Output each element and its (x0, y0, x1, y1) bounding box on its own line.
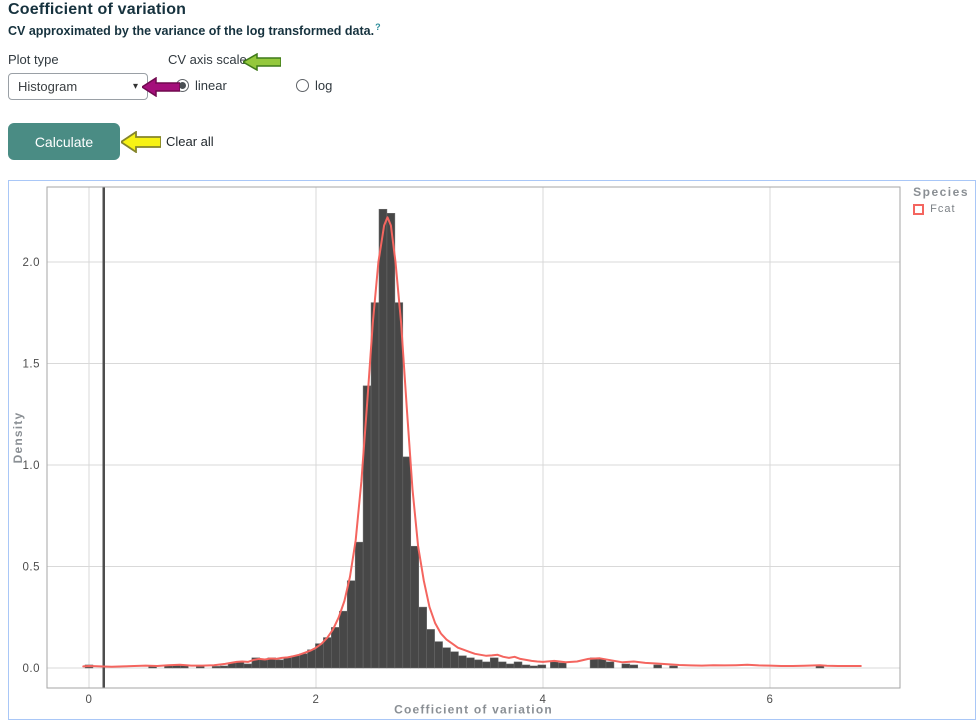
histogram-bar (260, 660, 268, 668)
gridlines (47, 187, 900, 688)
legend-entry-fcat[interactable]: Fcat (913, 203, 969, 215)
histogram-bar (466, 658, 474, 668)
histogram-bar (331, 627, 339, 668)
svg-text:0: 0 (86, 694, 93, 706)
coefficient-of-variation-page: Coefficient of variation CV approximated… (0, 0, 980, 722)
histogram-bar (300, 654, 308, 668)
legend-title: Species (913, 185, 969, 199)
histogram-bar (284, 658, 292, 668)
histogram-bar (443, 648, 451, 668)
y-axis-title: Density (11, 412, 25, 464)
histogram-bar (458, 656, 466, 668)
histogram-bar (339, 611, 347, 668)
histogram-bar (514, 662, 522, 668)
histogram-bar (220, 666, 228, 668)
x-axis-title: Coefficient of variation (394, 703, 553, 717)
help-icon[interactable]: ? (375, 22, 381, 32)
histogram-bar (363, 386, 371, 668)
histogram-bar (244, 664, 252, 668)
histogram-bar (482, 662, 490, 668)
calculate-button[interactable]: Calculate (8, 123, 120, 160)
plot-type-select[interactable]: Histogram ▾ (8, 73, 148, 100)
histogram-bar (395, 303, 403, 668)
histogram-bar (292, 656, 300, 668)
histogram-bar (276, 660, 284, 668)
svg-text:2: 2 (313, 694, 320, 706)
histogram-bar (550, 662, 558, 668)
radio-log-label: log (315, 78, 332, 93)
histogram-bar (387, 213, 395, 668)
histogram-bar (419, 607, 427, 668)
svg-text:1.5: 1.5 (23, 359, 41, 371)
radio-linear-label: linear (195, 78, 227, 93)
histogram-bar (598, 659, 606, 668)
histogram-bar (451, 652, 459, 668)
radio-linear[interactable]: linear (176, 78, 227, 93)
histogram-bar (323, 638, 331, 668)
histogram-bar (522, 665, 530, 668)
histogram-bar (558, 663, 566, 668)
histogram-bar (212, 666, 220, 668)
histogram-bar (474, 660, 482, 668)
legend-entry-label: Fcat (930, 203, 955, 215)
histogram-bar (670, 666, 678, 668)
subtitle-text: CV approximated by the variance of the l… (8, 24, 374, 38)
histogram-bar (630, 665, 638, 668)
svg-text:2.0: 2.0 (23, 257, 41, 269)
chart-legend: Species Fcat (913, 185, 969, 215)
cv-histogram-chart: 02460.00.51.01.52.0Coefficient of variat… (9, 181, 975, 719)
svg-text:0.0: 0.0 (23, 663, 41, 675)
radio-log[interactable]: log (296, 78, 332, 93)
histogram-bar (538, 665, 546, 668)
plot-type-value: Histogram (18, 79, 77, 94)
histogram-bar (355, 542, 363, 668)
histogram-bar (606, 662, 614, 668)
page-title: Coefficient of variation (8, 1, 186, 19)
histogram-bar (506, 664, 514, 668)
svg-text:6: 6 (767, 694, 774, 706)
histogram-bar (411, 546, 419, 668)
histogram-bar (435, 642, 443, 668)
histogram-bar (530, 666, 538, 668)
plot-panel: 02460.00.51.01.52.0Coefficient of variat… (8, 180, 976, 720)
histogram-bar (498, 662, 506, 668)
svg-text:1.0: 1.0 (23, 460, 41, 472)
page-subtitle: CV approximated by the variance of the l… (8, 22, 381, 38)
histogram-bar (427, 629, 435, 668)
histogram-bar (371, 303, 379, 668)
histogram-bar (379, 209, 387, 668)
clear-all-link[interactable]: Clear all (166, 134, 214, 149)
fcat-swatch-icon (913, 204, 924, 215)
histogram-bar (654, 665, 662, 668)
green-arrow-icon (243, 53, 281, 71)
histogram-bar (403, 457, 411, 668)
cv-axis-scale-label: CV axis scale (168, 52, 247, 67)
histogram-bars (85, 209, 824, 668)
density-curve (83, 217, 861, 667)
histogram-bar (622, 664, 630, 668)
yellow-arrow-icon (121, 131, 161, 153)
histogram-bar (307, 650, 315, 668)
svg-text:0.5: 0.5 (23, 562, 41, 574)
plot-type-label: Plot type (8, 52, 59, 67)
chevron-down-icon: ▾ (133, 81, 138, 92)
histogram-bar (347, 581, 355, 668)
histogram-bar (490, 658, 498, 668)
magenta-arrow-icon (142, 77, 180, 97)
histogram-bar (196, 666, 204, 668)
radio-log-circle[interactable] (296, 79, 309, 92)
